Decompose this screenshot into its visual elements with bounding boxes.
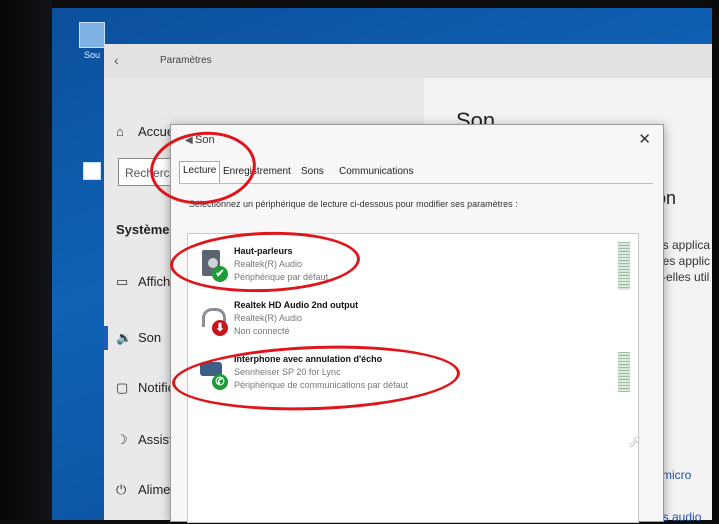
notifications-icon: ▢ (116, 380, 129, 395)
content-line: des applic (656, 254, 711, 268)
playback-device-list: ✔ Haut-parleurs Realtek(R) Audio Périphé… (187, 233, 639, 523)
desktop-icon-recycle-bin[interactable]: Sou (78, 22, 106, 60)
device-item-2nd-output[interactable]: ⬇ Realtek HD Audio 2nd output Realtek(R)… (200, 300, 620, 354)
settings-title: Paramètres (160, 55, 212, 66)
default-check-icon: ✔ (212, 266, 228, 282)
desktop-icon-label: Sou (83, 50, 100, 60)
close-icon[interactable]: ✕ (638, 130, 651, 148)
recycle-bin-icon (79, 22, 105, 48)
device-driver: Realtek(R) Audio (234, 259, 303, 269)
back-arrow-icon[interactable]: ‹ (114, 52, 119, 68)
mouse-cursor-icon: ➚ (628, 434, 642, 451)
power-icon: ⏻ (116, 482, 127, 497)
device-driver: Realtek(R) Audio (234, 313, 303, 323)
content-line: z-elles util (656, 270, 710, 284)
sound-dialog: ◀ Son ✕ Lecture Enregistrement Sons Commu… (170, 124, 664, 523)
display-icon: ▭ (116, 274, 129, 289)
device-status: Périphérique de communications par défau… (234, 380, 409, 390)
device-name: Haut-parleurs (234, 246, 293, 256)
shortcut-icon (83, 162, 101, 180)
device-status: Périphérique par défaut (234, 272, 329, 282)
tab-divider (179, 183, 653, 184)
device-status: Non connecté (234, 326, 290, 336)
device-driver: Sennheiser SP 20 for Lync (234, 367, 341, 377)
tab-recording[interactable]: Enregistrement (223, 163, 291, 181)
device-name: Realtek HD Audio 2nd output (234, 300, 359, 310)
device-item-speakers[interactable]: ✔ Haut-parleurs Realtek(R) Audio Périphé… (200, 246, 620, 300)
tab-sounds[interactable]: Sons (301, 163, 324, 181)
desktop-icon-shortcut[interactable] (78, 162, 106, 192)
dialog-title-text: Son (195, 134, 215, 146)
tab-playback[interactable]: Lecture (179, 161, 221, 183)
phone-icon: ✆ (200, 358, 228, 396)
tab-communications[interactable]: Communications (339, 163, 413, 181)
device-item-speakerphone[interactable]: ✆ Interphone avec annulation d'écho Senn… (200, 354, 620, 408)
moon-icon: ☽ (116, 432, 128, 447)
settings-titlebar: ‹ Paramètres (104, 44, 712, 78)
nav-item-sound[interactable]: 🔉 Son (116, 330, 161, 346)
content-line: es applica (656, 238, 711, 252)
speaker-icon: ◀ (185, 135, 193, 146)
device-name: Interphone avec annulation d'écho (234, 354, 383, 364)
headphones-icon: ⬇ (200, 304, 228, 342)
nav-selection-indicator (104, 326, 108, 350)
speaker-icon: ✔ (200, 250, 228, 288)
sound-icon: 🔉 (116, 330, 133, 345)
nav-section-title: Système (116, 222, 170, 237)
monitor-bezel-left (0, 0, 52, 520)
nav-item-label: Son (138, 330, 162, 345)
disconnected-arrow-icon: ⬇ (212, 320, 228, 336)
dialog-title: ◀ Son (185, 134, 215, 146)
volume-meter (618, 242, 630, 290)
home-icon: ⌂ (116, 124, 124, 139)
microphone-link[interactable]: micro (662, 468, 691, 482)
instruction-text: Sélectionnez un périphérique de lecture … (189, 199, 518, 209)
communications-phone-icon: ✆ (212, 374, 228, 390)
volume-meter (618, 352, 630, 392)
